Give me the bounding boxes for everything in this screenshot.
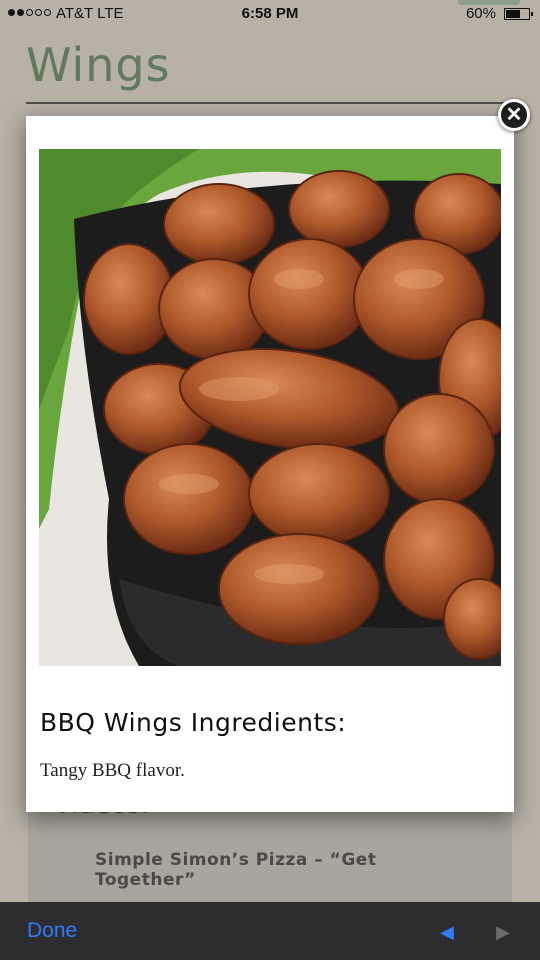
- video-link[interactable]: Simple Simon’s Pizza – “Get Together”: [95, 850, 425, 890]
- clock: 6:58 PM: [241, 5, 299, 22]
- forward-arrow-icon[interactable]: ▶: [496, 922, 510, 943]
- lightbox-modal: BBQ Wings Ingredients: Tangy BBQ flavor.: [26, 116, 514, 812]
- battery-icon: [504, 8, 533, 20]
- browser-toolbar: Done ◀ ▶: [0, 902, 540, 960]
- wings-photo: [39, 149, 501, 666]
- done-button[interactable]: Done: [27, 919, 77, 943]
- page-title: Wings: [26, 38, 171, 92]
- battery-percent: 60%: [465, 5, 496, 22]
- title-divider: [26, 102, 514, 104]
- status-bar: AT&T LTE 6:58 PM 60%: [0, 0, 540, 28]
- close-icon[interactable]: ✕: [498, 99, 530, 131]
- modal-description: Tangy BBQ flavor.: [40, 760, 185, 781]
- modal-heading: BBQ Wings Ingredients:: [40, 708, 347, 737]
- back-arrow-icon[interactable]: ◀: [440, 922, 454, 943]
